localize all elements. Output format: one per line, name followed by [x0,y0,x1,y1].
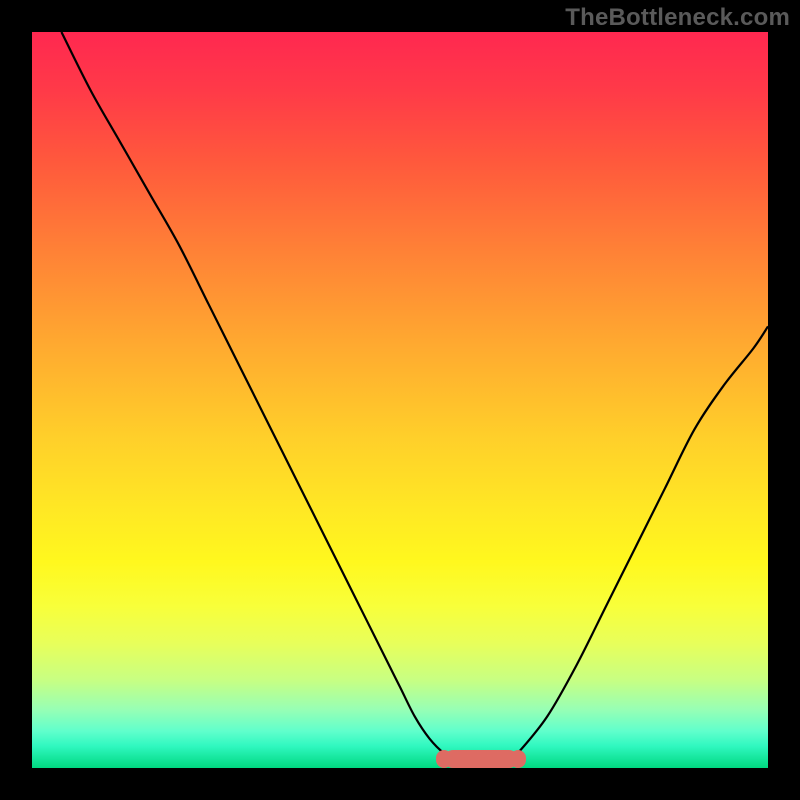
optimal-range-marker [444,750,518,768]
curve-path [61,32,768,768]
marker-cap-left [436,750,452,768]
plot-area [32,32,768,768]
watermark-text: TheBottleneck.com [565,4,790,32]
curve-svg [32,32,768,768]
marker-cap-right [510,750,526,768]
chart-frame: TheBottleneck.com [0,0,800,800]
